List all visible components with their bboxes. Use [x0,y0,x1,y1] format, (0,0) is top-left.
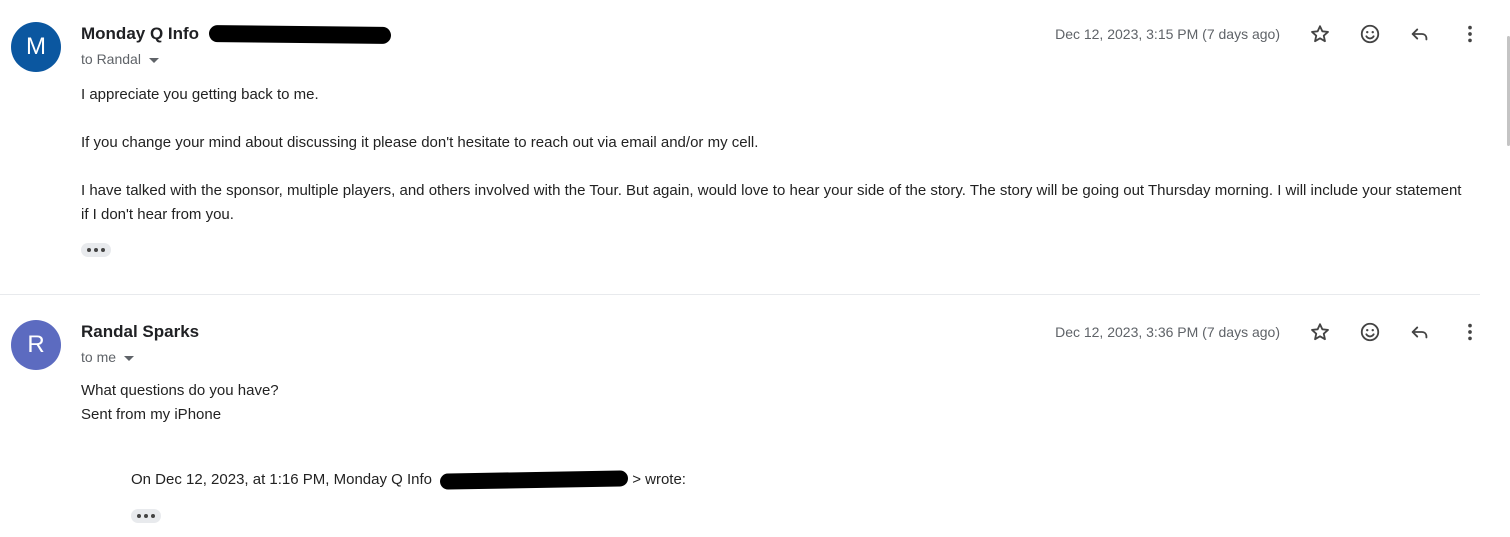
email-message: R Randal Sparks to me Dec 12, 2023, 3:36… [0,295,1480,537]
message-paragraph: I appreciate you getting back to me. [81,86,319,103]
dropdown-caret-icon [148,57,159,63]
star-button[interactable] [1300,316,1340,348]
sender-avatar[interactable]: R [11,320,61,370]
quote-suffix: > wrote: [632,471,686,488]
more-options-button[interactable] [1450,316,1490,348]
recipient-text: to Randal [81,51,141,67]
reply-button[interactable] [1400,316,1440,348]
sender-name: Monday Q Info [81,24,392,44]
quote-prefix: On Dec 12, 2023, at 1:16 PM, Monday Q In… [131,471,433,488]
redacted-email [440,470,629,490]
reply-icon [1411,28,1428,41]
message-date: Dec 12, 2023, 3:15 PM (7 days ago) [1055,26,1280,42]
redacted-email [208,25,392,44]
star-button[interactable] [1300,18,1340,50]
more-vert-icon [1468,25,1472,43]
reply-icon [1411,326,1428,339]
recipient-details-toggle[interactable]: to Randal [81,51,159,67]
show-trimmed-content-button[interactable] [131,509,161,523]
message-paragraph: Sent from my iPhone [81,406,222,423]
star-icon [1311,323,1329,341]
recipient-details-toggle[interactable]: to me [81,349,135,365]
message-body: What questions do you have? Sent from my… [81,379,1471,427]
reply-button[interactable] [1400,18,1440,50]
email-message: M Monday Q Info to Randal Dec 12, 2023, … [0,0,1480,294]
message-paragraph: I have talked with the sponsor, multiple… [81,182,1462,223]
message-date: Dec 12, 2023, 3:36 PM (7 days ago) [1055,324,1280,340]
emoji-icon [1360,24,1380,44]
emoji-icon [1360,322,1380,342]
message-body: I appreciate you getting back to me. If … [81,83,1471,227]
add-reaction-button[interactable] [1350,18,1390,50]
star-icon [1311,25,1329,43]
sender-name: Randal Sparks [81,322,200,341]
more-vert-icon [1468,323,1472,341]
message-paragraph: If you change your mind about discussing… [81,134,759,151]
avatar-letter: R [27,331,45,358]
message-actions [1300,18,1500,50]
message-actions [1300,316,1500,348]
avatar-letter: M [26,33,46,60]
show-trimmed-content-button[interactable] [81,243,111,257]
more-options-button[interactable] [1450,18,1490,50]
message-paragraph: What questions do you have? [81,382,279,399]
dropdown-caret-icon [124,355,135,361]
add-reaction-button[interactable] [1350,316,1390,348]
quoted-header: On Dec 12, 2023, at 1:16 PM, Monday Q In… [131,470,686,490]
sender-avatar[interactable]: M [11,22,61,72]
sender-name-text: Monday Q Info [81,24,200,43]
recipient-text: to me [81,349,117,365]
